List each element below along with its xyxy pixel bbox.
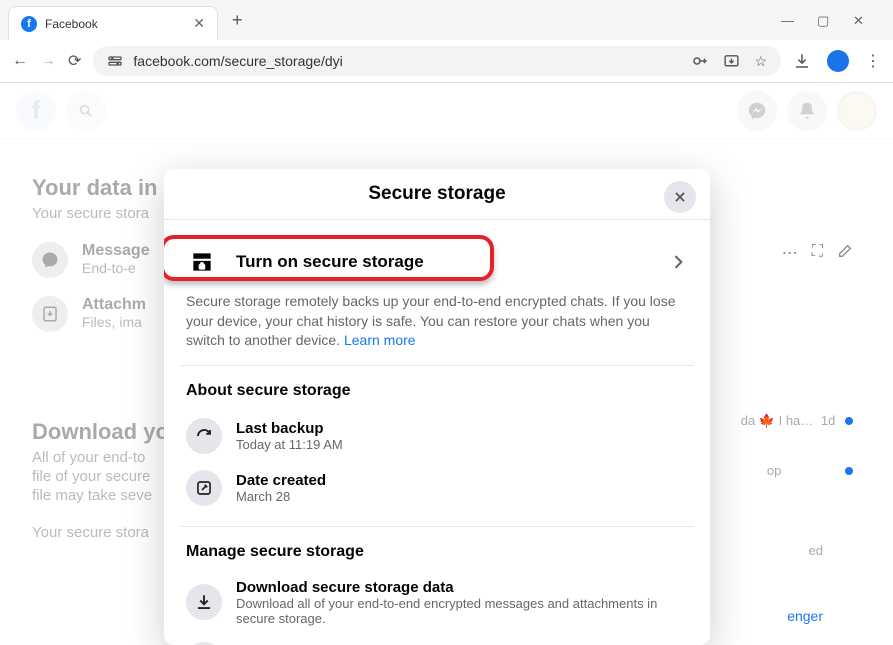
download-title: Download secure storage data xyxy=(236,579,688,596)
bg-row1-title: Message xyxy=(82,242,150,260)
bg-title-1: Your data in s xyxy=(32,175,176,201)
kebab-menu-icon[interactable]: ⋮ xyxy=(865,51,881,71)
password-key-icon[interactable] xyxy=(691,52,709,70)
forward-button: → xyxy=(40,52,56,70)
bg-sub-3: Your secure stora xyxy=(32,524,182,541)
facebook-favicon: f xyxy=(21,16,37,32)
refresh-icon xyxy=(186,418,222,454)
secure-storage-icon xyxy=(186,246,218,278)
date-created-title: Date created xyxy=(236,472,688,489)
bg-row2-title: Attachm xyxy=(82,296,146,314)
download-sub: Download all of your end-to-end encrypte… xyxy=(236,596,688,626)
divider xyxy=(180,365,694,366)
download-icon xyxy=(186,584,222,620)
secure-storage-modal: Secure storage Turn on secure storage Se… xyxy=(164,169,710,645)
extension-icons: ⋮ xyxy=(793,50,881,72)
last-backup-title: Last backup xyxy=(236,420,688,437)
download-data-row[interactable]: Download secure storage data Download al… xyxy=(180,571,694,634)
last-backup-row: Last backup Today at 11:19 AM xyxy=(180,410,694,462)
install-app-icon[interactable] xyxy=(723,53,740,70)
chevron-right-icon xyxy=(668,252,688,272)
facebook-page: f Your data in s Your secure stora Me xyxy=(0,83,893,572)
divider xyxy=(180,526,694,527)
delete-storage-row[interactable]: Delete secure storage xyxy=(180,634,694,645)
turn-on-secure-storage-row[interactable]: Turn on secure storage xyxy=(180,232,694,292)
bg-sub-1: Your secure stora xyxy=(32,205,176,222)
downloads-icon[interactable] xyxy=(793,52,811,70)
bg-sub-2a: All of your end-to xyxy=(32,449,182,466)
bg-row1-sub: End-to-e xyxy=(82,260,150,276)
secure-storage-desc: Secure storage remotely backs up your en… xyxy=(180,292,694,365)
edit-icon xyxy=(186,470,222,506)
more-icon[interactable]: ⋯ xyxy=(782,243,798,263)
url-text: facebook.com/secure_storage/dyi xyxy=(133,53,342,69)
bg-row2-sub: Files, ima xyxy=(82,314,146,330)
window-controls: — ▢ ✕ xyxy=(781,13,885,27)
close-window-icon[interactable]: ✕ xyxy=(853,13,867,27)
tab-title: Facebook xyxy=(45,17,185,31)
compose-icon[interactable] xyxy=(837,243,853,263)
tab-bar: f Facebook ✕ + — ▢ ✕ xyxy=(0,0,893,40)
minimize-icon[interactable]: — xyxy=(781,13,795,27)
unread-dot-icon xyxy=(845,417,853,425)
date-created-row: Date created March 28 xyxy=(180,462,694,514)
modal-body: Turn on secure storage Secure storage re… xyxy=(164,220,710,645)
browser-tab[interactable]: f Facebook ✕ xyxy=(8,6,218,40)
modal-header: Secure storage xyxy=(164,169,710,220)
browser-chrome: f Facebook ✕ + — ▢ ✕ ← → ⟳ facebook.com/… xyxy=(0,0,893,83)
back-button[interactable]: ← xyxy=(12,52,28,70)
last-backup-value: Today at 11:19 AM xyxy=(236,437,688,452)
panel-controls: ⋯ ⛶ xyxy=(782,243,853,263)
date-created-value: March 28 xyxy=(236,489,688,504)
unread-dot-icon xyxy=(845,467,853,475)
bg-right-snippet-1: da 🍁 I ha… 1d xyxy=(741,413,853,429)
attachment-icon xyxy=(32,296,68,332)
maximize-icon[interactable]: ▢ xyxy=(817,13,831,27)
messenger-icon xyxy=(32,242,68,278)
bg-right-snippet-2: op xyxy=(767,463,853,478)
bg-sub-2c: file may take seve xyxy=(32,487,182,504)
profile-button[interactable] xyxy=(827,50,849,72)
bg-right-snippet-4: ed xyxy=(809,543,823,558)
turn-on-label: Turn on secure storage xyxy=(236,252,650,272)
learn-more-link[interactable]: Learn more xyxy=(344,332,416,348)
new-tab-button[interactable]: + xyxy=(232,10,243,31)
modal-close-button[interactable] xyxy=(664,181,696,213)
modal-title: Secure storage xyxy=(368,183,505,205)
site-settings-icon[interactable] xyxy=(107,53,123,69)
bookmark-star-icon[interactable]: ☆ xyxy=(754,53,767,70)
nav-bar: ← → ⟳ facebook.com/secure_storage/dyi ☆ xyxy=(0,40,893,82)
bg-right-snippet-3: enger xyxy=(787,608,823,624)
manage-heading: Manage secure storage xyxy=(180,539,694,571)
bg-sub-2b: file of your secure xyxy=(32,468,182,485)
bg-title-2: Download you xyxy=(32,419,182,445)
expand-icon[interactable]: ⛶ xyxy=(812,243,823,263)
tab-close-icon[interactable]: ✕ xyxy=(193,15,205,32)
reload-button[interactable]: ⟳ xyxy=(68,51,81,71)
about-heading: About secure storage xyxy=(180,378,694,410)
url-bar[interactable]: facebook.com/secure_storage/dyi ☆ xyxy=(93,46,781,76)
